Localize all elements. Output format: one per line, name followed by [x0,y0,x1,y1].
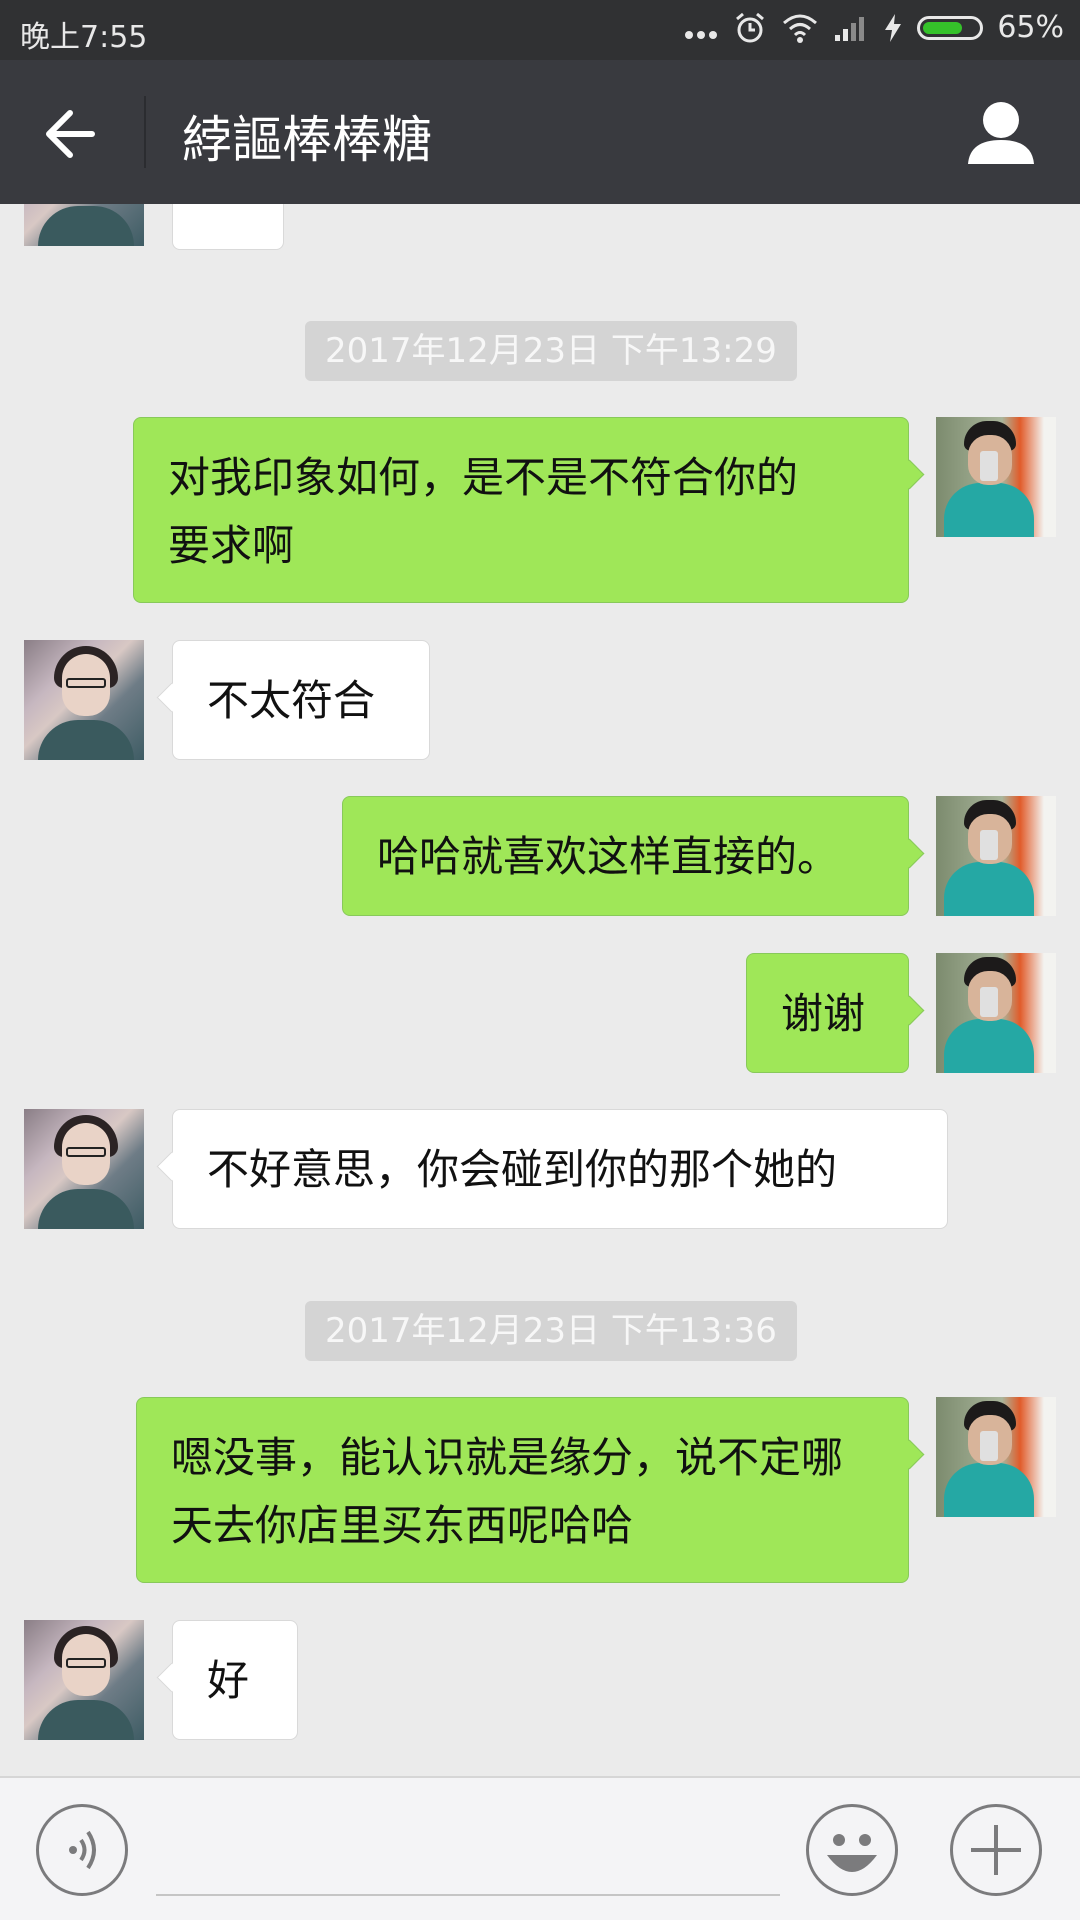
battery-icon [917,15,984,40]
chat-message-list[interactable]: 嗯 2017年12月23日 下午13:29 对我印象如何，是不是不符合你的 要求… [0,204,1080,1776]
message-bubble-incoming[interactable]: 不好意思，你会碰到你的那个她的 [172,1109,948,1229]
alarm-icon [733,11,767,45]
battery-percent: 65% [997,10,1064,45]
message-bubble-outgoing[interactable]: 对我印象如何，是不是不符合你的 要求啊 [133,417,909,603]
arrow-left-icon [46,110,95,158]
plus-icon [971,1825,1021,1875]
chat-info-button[interactable] [966,98,1036,170]
page-title: 綍謳棒棒糖 [182,111,432,169]
avatar-self[interactable] [936,417,1056,537]
emoji-button[interactable] [806,1804,898,1896]
plus-button[interactable] [950,1804,1042,1896]
battery-fill [923,21,963,34]
message-text-line: 好 [207,1656,250,1705]
wifi-icon [781,13,819,43]
input-bar [0,1776,1080,1920]
timestamp: 2017年12月23日 下午13:36 [305,1301,797,1361]
message-bubble-outgoing[interactable]: 嗯没事，能认识就是缘分，说不定哪 天去你店里买东西呢哈哈 [136,1397,909,1583]
title-divider [144,96,146,168]
message-text-line: 对我印象如何，是不是不符合你的 [168,453,799,502]
message-text-line: 不太符合 [207,676,376,725]
avatar-contact[interactable] [24,204,144,246]
message-bubble-incoming[interactable]: 嗯 [172,204,285,250]
avatar-contact[interactable] [24,1109,144,1229]
message-text-line: 哈哈就喜欢这样直接的。 [377,832,840,881]
charging-icon [883,12,903,44]
person-icon [968,102,1034,164]
message-text-line: 要求啊 [168,521,295,570]
avatar-contact[interactable] [24,640,144,760]
back-button[interactable] [36,98,108,170]
voice-icon [69,1830,96,1870]
message-bubble-incoming[interactable]: 不太符合 [172,640,430,760]
avatar-self[interactable] [936,953,1056,1073]
message-bubble-outgoing[interactable]: 谢谢 [746,953,909,1073]
avatar-contact[interactable] [24,1620,144,1740]
title-bar: 綍謳棒棒糖 [0,60,1080,204]
status-time: 晚上7:55 [20,20,148,55]
message-text-line: 天去你店里买东西呢哈哈 [171,1501,634,1550]
status-bar: 晚上7:55 65% [0,0,1080,60]
message-text-line: 嗯没事，能认识就是缘分，说不定哪 [171,1433,844,1482]
message-bubble-outgoing[interactable]: 哈哈就喜欢这样直接的。 [342,796,909,916]
message-input[interactable] [156,1894,780,1896]
voice-button[interactable] [36,1804,128,1896]
status-icons: 65% [683,10,1064,45]
message-text-line: 谢谢 [781,989,866,1038]
more-dots-icon [683,13,719,43]
signal-icon [833,13,869,43]
avatar-self[interactable] [936,1397,1056,1517]
timestamp: 2017年12月23日 下午13:29 [305,321,797,381]
avatar-self[interactable] [936,796,1056,916]
message-text-line: 不好意思，你会碰到你的那个她的 [207,1145,838,1194]
message-bubble-incoming[interactable]: 好 [172,1620,298,1740]
emoji-icon [827,1834,877,1872]
